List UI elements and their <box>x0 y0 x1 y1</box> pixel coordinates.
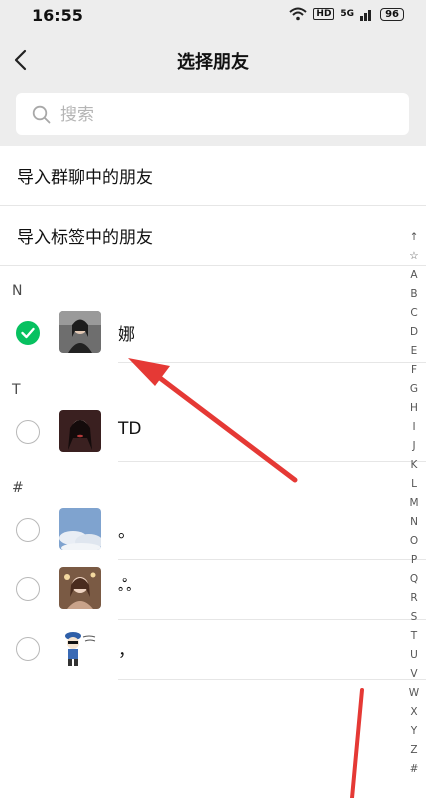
avatar <box>59 567 101 609</box>
index-letter[interactable]: Y <box>404 722 424 741</box>
index-letter[interactable]: J <box>404 437 424 456</box>
unselected-checkbox[interactable] <box>16 577 40 601</box>
index-letter[interactable]: F <box>404 361 424 380</box>
index-letter[interactable]: M <box>404 494 424 513</box>
index-letter[interactable]: S <box>404 608 424 627</box>
status-icons: HD 5G 96 <box>289 7 404 21</box>
selected-checkbox[interactable] <box>16 321 40 345</box>
index-letter[interactable]: Z <box>404 741 424 760</box>
index-letter[interactable]: B <box>404 285 424 304</box>
index-letter[interactable]: I <box>404 418 424 437</box>
index-letter[interactable]: # <box>404 760 424 779</box>
contact-name: TD <box>118 419 142 439</box>
index-letter[interactable]: D <box>404 323 424 342</box>
alphabet-index[interactable]: ↑ ☆ A B C D E F G H I J K L M N O P Q R S T U V W X Y Z # <box>404 228 424 779</box>
search-box[interactable] <box>16 93 409 135</box>
contact-name: 娜 <box>118 325 135 345</box>
index-letter[interactable]: U <box>404 646 424 665</box>
index-letter[interactable]: N <box>404 513 424 532</box>
index-letter[interactable]: O <box>404 532 424 551</box>
contact-row-td[interactable]: TD <box>0 403 395 461</box>
section-header-t: T <box>12 382 21 398</box>
contact-row-na[interactable]: 娜 <box>0 304 395 362</box>
contact-row-period[interactable]: 。 <box>0 501 395 559</box>
contact-row-comma[interactable]: ， <box>0 620 395 678</box>
index-letter[interactable]: ☆ <box>404 247 424 266</box>
section-header-n: N <box>12 283 23 299</box>
unselected-checkbox[interactable] <box>16 637 40 661</box>
section-header-hash: # <box>12 480 24 496</box>
index-letter[interactable]: L <box>404 475 424 494</box>
index-letter[interactable]: H <box>404 399 424 418</box>
status-bar: 16:55 HD 5G 96 <box>0 0 426 32</box>
contact-name: ， <box>118 641 135 661</box>
contact-name: 。 <box>118 522 135 542</box>
index-letter[interactable]: A <box>404 266 424 285</box>
import-from-tag-label: 导入标签中的朋友 <box>17 228 153 248</box>
index-letter[interactable]: V <box>404 665 424 684</box>
battery-indicator: 96 <box>380 7 404 21</box>
unselected-checkbox[interactable] <box>16 420 40 444</box>
status-time: 16:55 <box>32 6 83 25</box>
search-icon <box>32 105 51 124</box>
index-letter[interactable]: T <box>404 627 424 646</box>
index-letter[interactable]: R <box>404 589 424 608</box>
page-title: 选择朋友 <box>177 52 249 73</box>
nav-bar: 选择朋友 <box>0 32 426 88</box>
avatar <box>59 311 101 353</box>
search-input[interactable] <box>58 101 382 129</box>
index-letter[interactable]: K <box>404 456 424 475</box>
import-from-group-chat-label: 导入群聊中的朋友 <box>17 168 153 188</box>
contact-name: ஃ <box>118 576 132 596</box>
index-letter[interactable]: E <box>404 342 424 361</box>
unselected-checkbox[interactable] <box>16 518 40 542</box>
avatar <box>59 410 101 452</box>
import-from-group-chat[interactable]: 导入群聊中的朋友 <box>0 146 426 206</box>
contact-row-symbol[interactable]: ஃ <box>0 560 395 618</box>
friend-list: 导入群聊中的朋友 导入标签中的朋友 N 娜 T TD # 。 ஃ ， <box>0 146 426 798</box>
hd-badge: HD <box>313 8 335 20</box>
import-from-tag[interactable]: 导入标签中的朋友 <box>0 206 426 266</box>
index-letter[interactable]: P <box>404 551 424 570</box>
avatar <box>59 508 101 550</box>
index-letter[interactable]: G <box>404 380 424 399</box>
divider <box>118 362 426 363</box>
index-letter[interactable]: C <box>404 304 424 323</box>
network-label: 5G <box>340 9 355 19</box>
avatar <box>59 627 101 669</box>
signal-icon <box>360 10 372 21</box>
checkmark-icon <box>21 327 35 339</box>
index-letter[interactable]: W <box>404 684 424 703</box>
index-letter[interactable]: Q <box>404 570 424 589</box>
wifi-icon <box>289 7 308 21</box>
index-letter[interactable]: ↑ <box>404 228 424 247</box>
divider <box>118 461 426 462</box>
index-letter[interactable]: X <box>404 703 424 722</box>
divider <box>0 265 426 266</box>
divider <box>118 679 426 680</box>
